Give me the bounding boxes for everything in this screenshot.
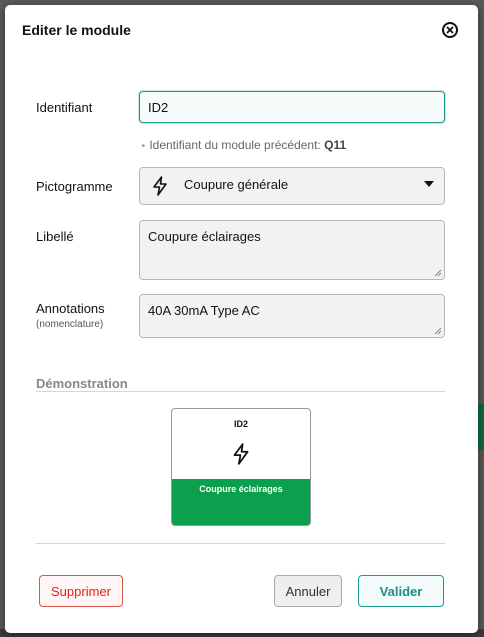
backdrop-strip [478,404,484,450]
annotations-label: Annotations [36,301,105,316]
divider [36,543,445,544]
annotations-textarea[interactable]: 40A 30mA Type AC [139,294,445,338]
chevron-down-icon [424,181,434,187]
resize-handle-icon[interactable] [434,327,442,335]
lightning-icon [232,443,250,470]
demo-section-title: Démonstration [36,376,128,391]
hint-prefix: Identifiant du module précédent: [149,138,321,152]
pictogram-label: Pictogramme [36,179,113,194]
identifier-label: Identifiant [36,100,93,115]
caption-value: Coupure éclairages [148,229,261,244]
dialog-title: Editer le module [22,22,131,38]
validate-button[interactable]: Valider [358,575,444,607]
previous-identifier-hint: ‣ Identifiant du module précédent: Q11 [141,138,346,152]
module-preview-card: ID2 Coupure éclairages [171,408,311,526]
resize-handle-icon[interactable] [434,269,442,277]
caption-textarea[interactable]: Coupure éclairages [139,220,445,280]
close-icon[interactable] [442,22,458,38]
annotations-sublabel: (nomenclature) [36,319,104,330]
module-preview-label-bar: Coupure éclairages [172,479,310,525]
divider [36,391,445,392]
identifier-input[interactable] [139,91,445,123]
module-preview-id: ID2 [233,419,248,429]
previous-identifier-value: Q11 [324,138,347,152]
annotations-value: 40A 30mA Type AC [148,303,260,318]
pictogram-select[interactable]: Coupure générale [139,167,445,205]
module-preview-label: Coupure éclairages [199,484,283,494]
cancel-button[interactable]: Annuler [274,575,342,607]
lightning-icon [152,176,168,199]
caption-label: Libellé [36,229,74,244]
pictogram-selected-value: Coupure générale [184,177,289,192]
delete-button[interactable]: Supprimer [39,575,123,607]
hint-arrow-icon: ‣ [141,141,147,151]
edit-module-dialog: Editer le module Identifiant ‣Identifian… [5,5,478,633]
